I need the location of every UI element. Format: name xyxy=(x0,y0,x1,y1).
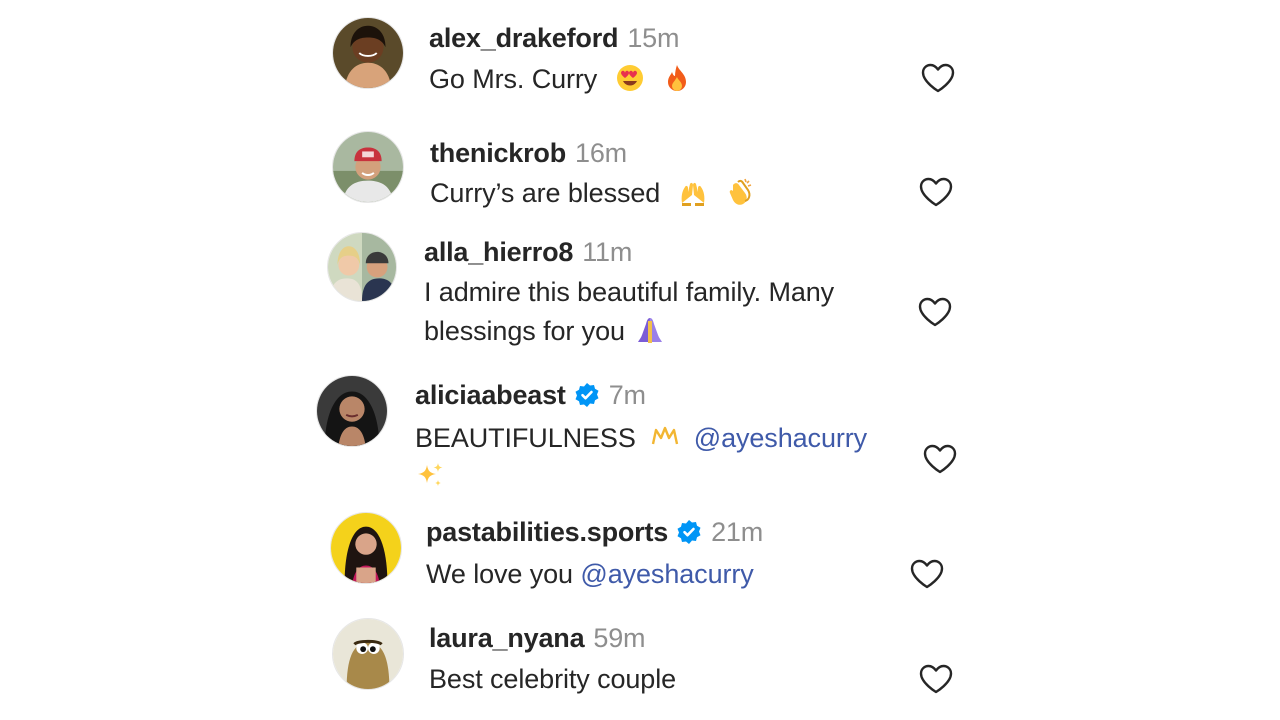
comment-text: BEAUTIFULNESS xyxy=(415,423,636,453)
username[interactable]: thenickrob xyxy=(430,138,566,168)
timestamp: 11m xyxy=(582,237,633,267)
timestamp: 59m xyxy=(593,623,646,653)
screenshot-stage: alex_drakeford 15m Go Mrs. Curry thenickr… xyxy=(0,0,1280,720)
comment-text-container: We love you @ayeshacurry xyxy=(426,555,754,594)
comment-text: We love you xyxy=(426,559,573,589)
mention-link[interactable]: @ayeshacurry xyxy=(694,423,867,453)
comment-text-line: I admire this beautiful family. Many xyxy=(424,277,835,307)
mention-link[interactable]: @ayeshacurry xyxy=(580,559,753,589)
username[interactable]: laura_nyana xyxy=(429,623,585,653)
comments-panel: alex_drakeford 15m Go Mrs. Curry thenickr… xyxy=(316,0,972,720)
like-heart-icon[interactable] xyxy=(918,176,954,208)
username[interactable]: alex_drakeford xyxy=(429,23,619,53)
timestamp: 15m xyxy=(627,23,680,53)
like-heart-icon[interactable] xyxy=(920,62,956,94)
comment-text-container: BEAUTIFULNESS @ayeshacurry xyxy=(415,419,867,497)
comment-text-container: I admire this beautiful family. Many ble… xyxy=(424,273,834,351)
comment-text-container: Best celebrity couple xyxy=(429,660,676,699)
timestamp: 21m xyxy=(711,517,764,547)
username[interactable]: aliciaabeast xyxy=(415,380,566,410)
comment-text: Best celebrity couple xyxy=(429,664,677,694)
comment-text: Curry’s are blessed xyxy=(430,178,661,208)
sparkles-emoji-icon xyxy=(418,463,443,486)
avatar[interactable] xyxy=(332,17,404,89)
avatar[interactable] xyxy=(332,131,404,203)
comment-text-container: Curry’s are blessed xyxy=(430,174,755,213)
timestamp: 7m xyxy=(608,380,646,410)
heart-eyes-emoji-icon xyxy=(616,65,643,91)
like-heart-icon[interactable] xyxy=(918,663,954,695)
verified-badge-icon xyxy=(575,383,599,407)
avatar[interactable] xyxy=(327,232,397,302)
avatar[interactable] xyxy=(316,375,388,447)
folded-hands-emoji-icon xyxy=(637,318,662,343)
comment-text-container: Go Mrs. Curry xyxy=(429,60,692,99)
avatar[interactable] xyxy=(332,618,404,690)
comment-text: Go Mrs. Curry xyxy=(429,64,598,94)
fire-emoji-icon xyxy=(668,65,687,91)
clapping-hands-emoji-icon xyxy=(729,178,752,205)
username[interactable]: pastabilities.sports xyxy=(426,517,668,547)
like-heart-icon[interactable] xyxy=(917,296,953,328)
raising-hands-emoji-icon xyxy=(681,182,704,206)
avatar[interactable] xyxy=(330,512,402,584)
crown-emoji-icon xyxy=(651,426,678,445)
like-heart-icon[interactable] xyxy=(922,443,958,475)
timestamp: 16m xyxy=(575,138,627,168)
like-heart-icon[interactable] xyxy=(909,558,945,590)
comment-text-line: blessings for you xyxy=(424,316,625,346)
username[interactable]: alla_hierro8 xyxy=(424,237,573,267)
verified-badge-icon xyxy=(677,520,701,544)
